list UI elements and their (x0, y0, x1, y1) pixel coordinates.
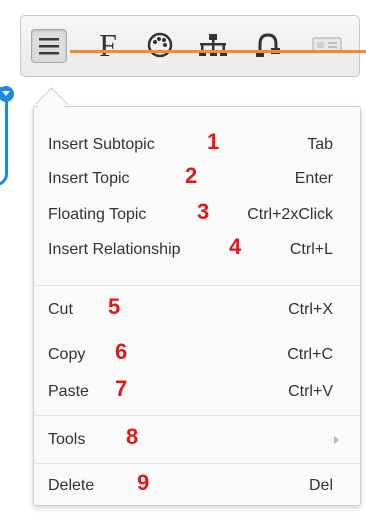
menu-item-label: Copy (48, 346, 86, 363)
menu-item-shortcut: Ctrl+2xClick (247, 206, 333, 223)
marker-number: 7 (115, 376, 128, 401)
marker-number: 4 (229, 234, 242, 259)
menu-item-tools[interactable]: Tools 8 (35, 424, 359, 455)
menu-item-label: Insert Subtopic (48, 136, 155, 153)
menu-item-shortcut: Ctrl+C (287, 346, 333, 363)
format-letter: F (99, 27, 117, 63)
theme-icon[interactable] (145, 29, 175, 61)
menu-icon[interactable] (31, 29, 67, 63)
menu-item-insert-topic[interactable]: Insert Topic 2 Enter (35, 163, 359, 194)
relationship-icon[interactable] (253, 29, 283, 61)
menu-item-label: Tools (48, 431, 86, 448)
format-icon[interactable]: F (95, 29, 121, 61)
menu-item-label: Cut (48, 301, 73, 318)
menu-item-label: Delete (48, 477, 95, 494)
marker-number: 9 (137, 470, 150, 495)
menu-item-label: Insert Topic (48, 170, 130, 187)
menu-item-floating-topic[interactable]: Floating Topic 3 Ctrl+2xClick (35, 199, 359, 230)
marker-number: 2 (185, 163, 198, 188)
top-toolbar: F (20, 15, 360, 77)
active-tab-underline (70, 50, 366, 53)
menu-item-shortcut: Ctrl+L (289, 241, 333, 258)
menu-item-shortcut: Del (308, 477, 333, 494)
menu-item-shortcut: Ctrl+X (288, 301, 333, 318)
menu-item-label: Floating Topic (48, 206, 147, 223)
card-icon[interactable] (311, 29, 343, 61)
menu-separator (35, 415, 359, 416)
submenu-chevron-icon (334, 436, 339, 444)
structure-icon[interactable] (197, 29, 229, 61)
collapse-toggle-icon[interactable] (0, 86, 14, 102)
menu-item-shortcut: Ctrl+V (288, 383, 333, 400)
menu-item-insert-subtopic[interactable]: Insert Subtopic 1 Tab (35, 129, 359, 160)
marker-number: 6 (115, 339, 128, 364)
marker-number: 5 (108, 294, 121, 319)
menu-item-insert-relationship[interactable]: Insert Relationship 4 Ctrl+L (35, 234, 359, 265)
menu-item-delete[interactable]: Delete 9 Del (35, 470, 359, 501)
menu-item-paste[interactable]: Paste 7 Ctrl+V (35, 376, 359, 407)
menu-item-label: Paste (48, 383, 89, 400)
menu-item-cut[interactable]: Cut 5 Ctrl+X (35, 294, 359, 325)
menu-separator (35, 463, 359, 464)
marker-number: 8 (126, 424, 139, 449)
context-menu: Insert Subtopic 1 Tab Insert Topic 2 Ent… (33, 106, 361, 506)
menu-item-label: Insert Relationship (48, 241, 181, 258)
menu-item-copy[interactable]: Copy 6 Ctrl+C (35, 339, 359, 370)
menu-separator (35, 285, 359, 286)
marker-number: 1 (207, 129, 220, 154)
menu-item-shortcut: Enter (294, 170, 333, 187)
marker-number: 3 (197, 199, 210, 224)
menu-item-shortcut: Tab (307, 136, 333, 153)
